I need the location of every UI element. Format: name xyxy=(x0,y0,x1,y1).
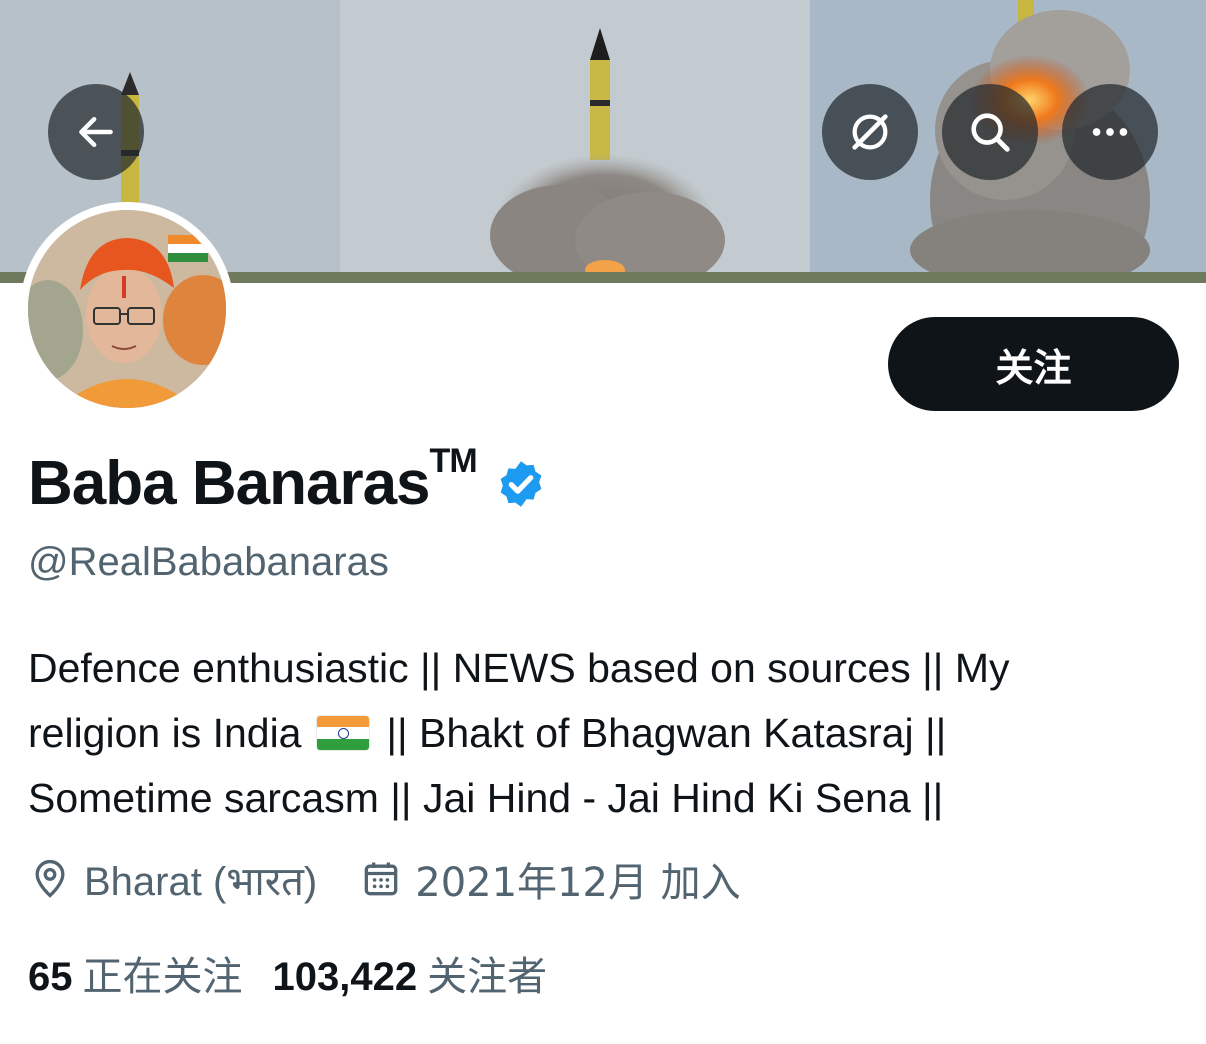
bio-line-1: Defence enthusiastic || NEWS based on so… xyxy=(28,645,1010,691)
arrow-left-icon xyxy=(79,116,113,148)
bio-line-2: religion is India || Bhakt of Bhagwan Ka… xyxy=(28,701,1188,766)
location-pin-icon xyxy=(35,859,65,898)
more-horizontal-icon xyxy=(1092,128,1128,136)
join-date-text: 2021年12月 加入 xyxy=(415,860,741,906)
join-date: 2021年12月 加入 xyxy=(359,850,741,908)
back-button[interactable] xyxy=(48,84,144,180)
grok-button[interactable] xyxy=(822,84,918,180)
follow-button[interactable]: 关注 xyxy=(888,317,1179,411)
followers-link[interactable]: 103,422 关注者 xyxy=(273,944,548,1002)
profile-stats: 65 正在关注 103,422 关注者 xyxy=(28,944,577,1002)
profile-meta: Bharat (भारत) 2021年12月 加入 xyxy=(28,850,783,908)
profile-handle: @RealBababanaras xyxy=(28,540,389,584)
followers-count: 103,422 xyxy=(272,955,418,999)
location-text: Bharat (भारत) xyxy=(84,859,318,904)
following-count: 65 xyxy=(28,955,73,999)
followers-label: 关注者 xyxy=(427,954,548,1000)
search-icon xyxy=(971,113,1010,152)
bio-line-2-text-a: religion is India xyxy=(28,710,302,756)
trademark-mark: TM xyxy=(429,442,478,480)
avatar-image xyxy=(28,210,226,408)
calendar-icon xyxy=(364,862,398,896)
profile-name-row: Baba BanarasTM xyxy=(28,442,547,519)
location: Bharat (भारत) xyxy=(28,852,317,907)
following-link[interactable]: 65 正在关注 xyxy=(28,944,243,1002)
bio-line-3: Sometime sarcasm || Jai Hind - Jai Hind … xyxy=(28,775,944,821)
india-flag-icon xyxy=(316,716,369,750)
display-name: Baba BanarasTM xyxy=(28,442,478,519)
grok-icon xyxy=(852,114,888,150)
search-button[interactable] xyxy=(942,84,1038,180)
profile-bio: Defence enthusiastic || NEWS based on so… xyxy=(28,636,1188,831)
bio-line-2-text-b: || Bhakt of Bhagwan Katasraj || xyxy=(386,710,947,756)
avatar[interactable] xyxy=(20,202,234,416)
display-name-text: Baba Banaras xyxy=(28,449,431,518)
more-button[interactable] xyxy=(1062,84,1158,180)
following-label: 正在关注 xyxy=(82,954,243,1000)
verified-badge-icon[interactable] xyxy=(495,458,547,510)
